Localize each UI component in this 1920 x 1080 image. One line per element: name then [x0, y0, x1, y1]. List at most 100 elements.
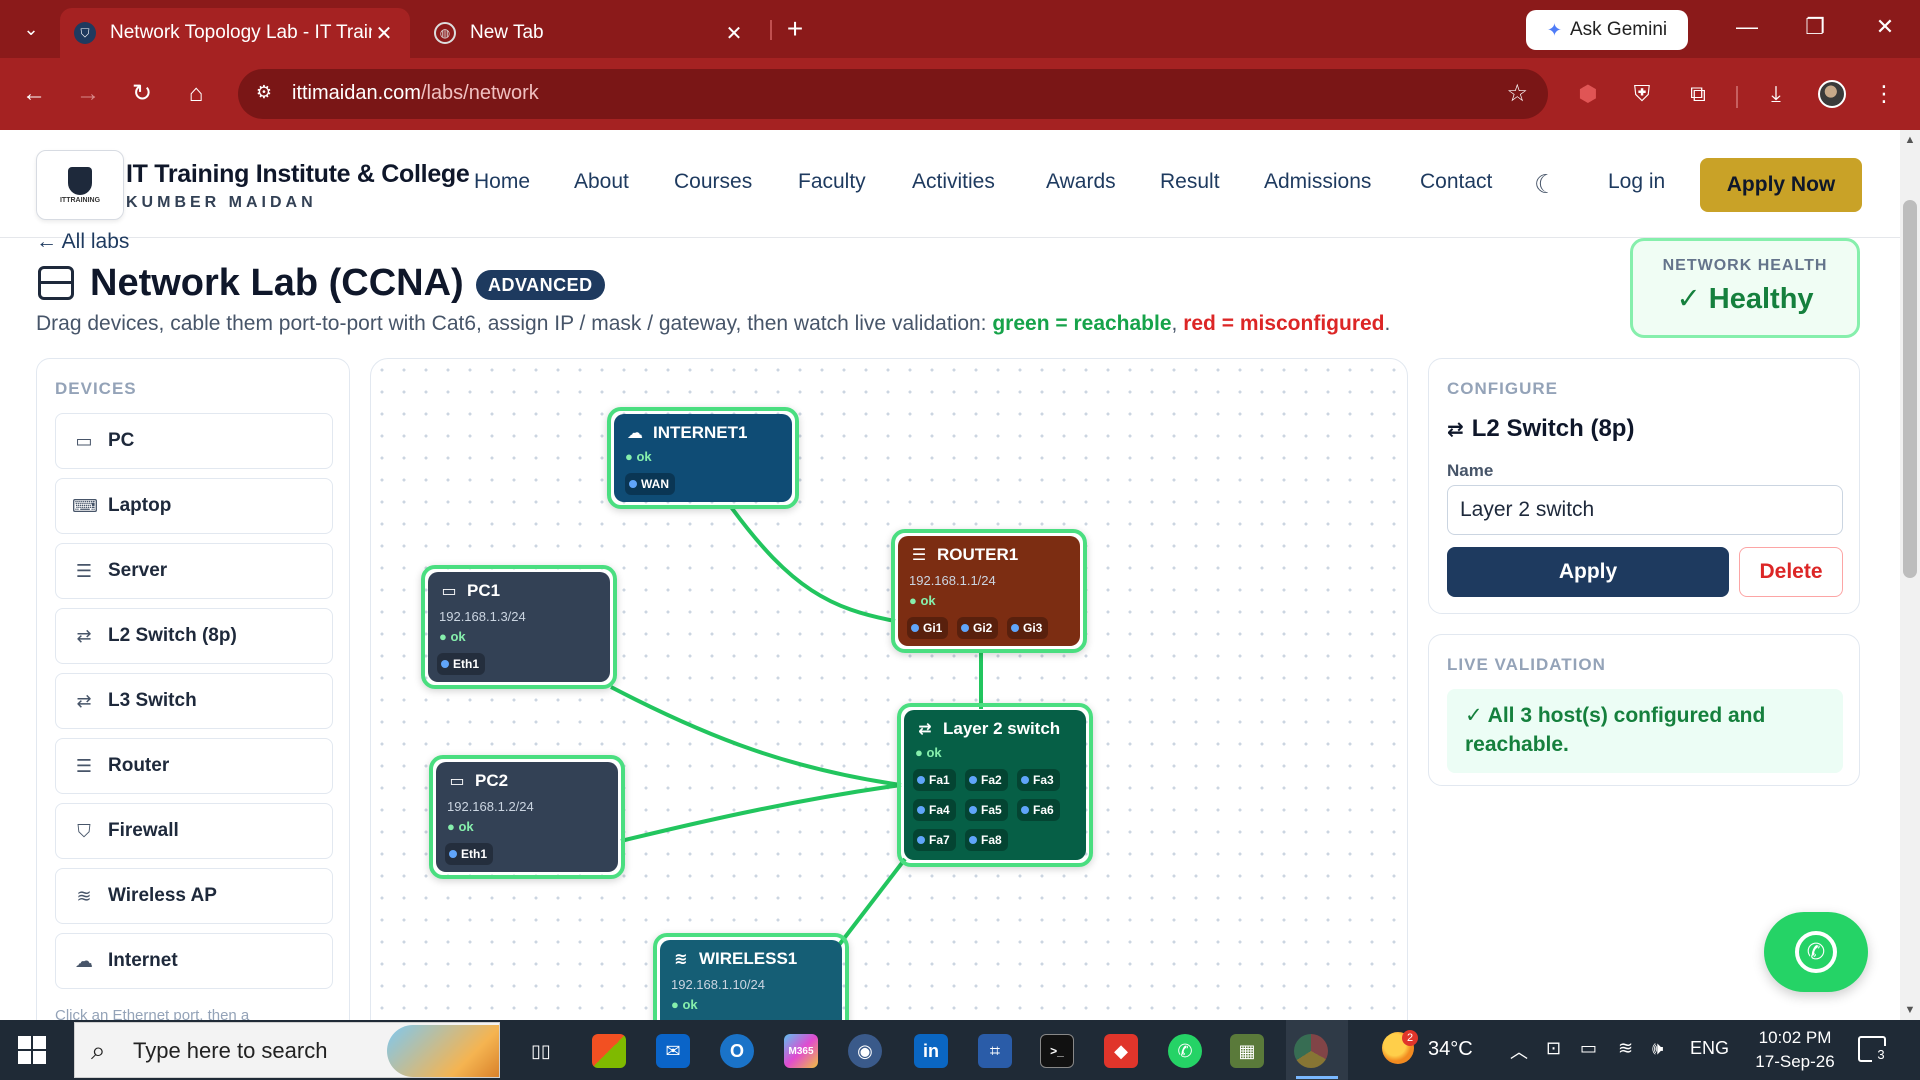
port-wan[interactable]: WAN: [625, 473, 675, 495]
topology-canvas[interactable]: ☁ INTERNET1 ● ok WAN ☰ ROUTER1 192.168.1.1…: [370, 358, 1408, 1058]
cable-pc1-switch[interactable]: [610, 685, 902, 787]
port-fa4[interactable]: Fa4: [913, 799, 956, 821]
scrollbar-thumb[interactable]: [1903, 200, 1917, 578]
device-laptop[interactable]: ⌨ Laptop: [55, 478, 333, 534]
apply-now-button[interactable]: Apply Now: [1700, 158, 1862, 212]
restore-icon[interactable]: ❐: [1798, 14, 1832, 40]
taskbar-search-box[interactable]: ⌕ Type here to search: [74, 1022, 500, 1078]
terminal-icon[interactable]: >_: [1040, 1034, 1074, 1068]
mail-icon[interactable]: ✉: [656, 1034, 690, 1068]
port-fa5[interactable]: Fa5: [965, 799, 1008, 821]
task-view-icon[interactable]: ▯▯: [524, 1034, 558, 1068]
port-fa2[interactable]: Fa2: [965, 769, 1008, 791]
forward-arrow-icon[interactable]: →: [72, 78, 104, 110]
extension-hexagon-icon[interactable]: ⬢: [1572, 78, 1604, 110]
node-layer2-switch[interactable]: ⇄ Layer 2 switch ● ok Fa1 Fa2 Fa3 Fa4 Fa5…: [897, 703, 1093, 867]
ask-gemini-button[interactable]: ✦ Ask Gemini: [1526, 10, 1688, 50]
volume-icon[interactable]: 🕪: [1652, 1038, 1663, 1059]
language-indicator[interactable]: ENG: [1690, 1038, 1729, 1059]
cable-internet-router[interactable]: [729, 505, 896, 623]
downloads-icon[interactable]: ⤓: [1760, 78, 1792, 110]
home-icon[interactable]: ⌂: [180, 78, 212, 110]
reload-icon[interactable]: ↻: [126, 78, 158, 110]
wifi-icon[interactable]: ≋: [1618, 1038, 1633, 1059]
node-internet1[interactable]: ☁ INTERNET1 ● ok WAN: [607, 407, 799, 509]
windows-start-icon[interactable]: [18, 1036, 46, 1064]
node-pc1[interactable]: ▭ PC1 192.168.1.3/24 ● ok Eth1: [421, 565, 617, 689]
nav-courses[interactable]: Courses: [674, 170, 752, 194]
address-bar[interactable]: ⚙ ittimaidan.com/labs/network ☆: [238, 69, 1548, 119]
device-router[interactable]: ☰ Router: [55, 738, 333, 794]
dark-mode-moon-icon[interactable]: ☾: [1534, 170, 1562, 198]
scroll-down-arrow-icon[interactable]: ▼: [1903, 1004, 1917, 1018]
port-fa1[interactable]: Fa1: [913, 769, 956, 791]
whatsapp-taskbar-icon[interactable]: ✆: [1168, 1034, 1202, 1068]
nav-result[interactable]: Result: [1160, 170, 1220, 194]
app-globe-icon[interactable]: ◉: [848, 1034, 882, 1068]
outlook-icon[interactable]: O: [720, 1034, 754, 1068]
anydesk-icon[interactable]: ◆: [1104, 1034, 1138, 1068]
port-eth1[interactable]: Eth1: [445, 843, 494, 865]
port-gi1[interactable]: Gi1: [907, 617, 949, 639]
close-window-icon[interactable]: ✕: [1868, 14, 1902, 40]
cable-switch-wireless[interactable]: [837, 857, 907, 947]
port-gi2[interactable]: Gi2: [957, 617, 999, 639]
all-labs-back-link[interactable]: ← All labs: [36, 230, 129, 254]
microsoft-365-icon[interactable]: M365: [784, 1034, 818, 1068]
minimize-icon[interactable]: —: [1730, 14, 1764, 40]
tab-search-chevron-icon[interactable]: ⌄: [16, 14, 46, 44]
extension-shield-icon[interactable]: ⛨: [1626, 78, 1658, 110]
device-internet[interactable]: ☁ Internet: [55, 933, 333, 989]
back-arrow-icon[interactable]: ←: [18, 78, 50, 110]
close-tab-icon[interactable]: ✕: [722, 21, 746, 46]
port-fa8[interactable]: Fa8: [965, 829, 1008, 851]
close-tab-icon[interactable]: ✕: [372, 21, 396, 46]
bookmark-star-icon[interactable]: ☆: [1506, 79, 1528, 108]
port-gi3[interactable]: Gi3: [1007, 617, 1049, 639]
node-router1[interactable]: ☰ ROUTER1 192.168.1.1/24 ● ok Gi1 Gi2 Gi3: [891, 529, 1087, 653]
profile-avatar[interactable]: [1818, 80, 1846, 108]
site-settings-icon[interactable]: ⚙: [252, 82, 276, 106]
network-app-icon[interactable]: ⌗: [978, 1034, 1012, 1068]
scroll-up-arrow-icon[interactable]: ▲: [1903, 134, 1917, 148]
device-l2-switch[interactable]: ⇄ L2 Switch (8p): [55, 608, 333, 664]
tray-chevron-up-icon[interactable]: ︿: [1510, 1038, 1528, 1064]
port-fa6[interactable]: Fa6: [1017, 799, 1060, 821]
login-link[interactable]: Log in: [1608, 170, 1665, 194]
nav-contact[interactable]: Contact: [1420, 170, 1492, 194]
weather-temperature[interactable]: 34°C: [1428, 1038, 1473, 1061]
microsoft-store-icon[interactable]: [592, 1034, 626, 1068]
extensions-puzzle-icon[interactable]: ⧉: [1682, 78, 1714, 110]
nav-about[interactable]: About: [574, 170, 629, 194]
port-fa3[interactable]: Fa3: [1017, 769, 1060, 791]
device-l3-switch[interactable]: ⇄ L3 Switch: [55, 673, 333, 729]
device-firewall[interactable]: ⛉ Firewall: [55, 803, 333, 859]
browser-menu-kebab-icon[interactable]: ⋮: [1868, 78, 1900, 110]
nav-home[interactable]: Home: [474, 170, 530, 194]
app-winrar-icon[interactable]: ▦: [1230, 1034, 1264, 1068]
delete-button[interactable]: Delete: [1739, 547, 1843, 597]
site-logo[interactable]: ITTRAINING: [36, 150, 124, 220]
cable-pc2-switch[interactable]: [620, 783, 902, 843]
search-highlight-image[interactable]: [387, 1025, 499, 1077]
port-eth1[interactable]: Eth1: [437, 653, 486, 675]
nav-awards[interactable]: Awards: [1046, 170, 1116, 194]
device-wireless-ap[interactable]: ≋ Wireless AP: [55, 868, 333, 924]
node-pc2[interactable]: ▭ PC2 192.168.1.2/24 ● ok Eth1: [429, 755, 625, 879]
tab-network-lab[interactable]: ⛉ Network Topology Lab - IT Training ✕: [60, 8, 410, 58]
nav-faculty[interactable]: Faculty: [798, 170, 866, 194]
tray-app-icon[interactable]: ⊡: [1546, 1038, 1561, 1059]
nav-admissions[interactable]: Admissions: [1264, 170, 1371, 194]
tab-new-tab[interactable]: ◍ New Tab ✕: [420, 8, 760, 58]
device-pc[interactable]: ▭ PC: [55, 413, 333, 469]
whatsapp-chat-button[interactable]: ✆: [1764, 912, 1868, 992]
nav-activities[interactable]: Activities: [912, 170, 995, 194]
port-fa7[interactable]: Fa7: [913, 829, 956, 851]
device-server[interactable]: ☰ Server: [55, 543, 333, 599]
brand-title[interactable]: IT Training Institute & College: [126, 160, 470, 189]
apply-button[interactable]: Apply: [1447, 547, 1729, 597]
linkedin-icon[interactable]: in: [914, 1034, 948, 1068]
device-name-input[interactable]: [1447, 485, 1843, 535]
new-tab-plus-icon[interactable]: +: [780, 14, 810, 44]
battery-icon[interactable]: ▭: [1580, 1038, 1597, 1059]
